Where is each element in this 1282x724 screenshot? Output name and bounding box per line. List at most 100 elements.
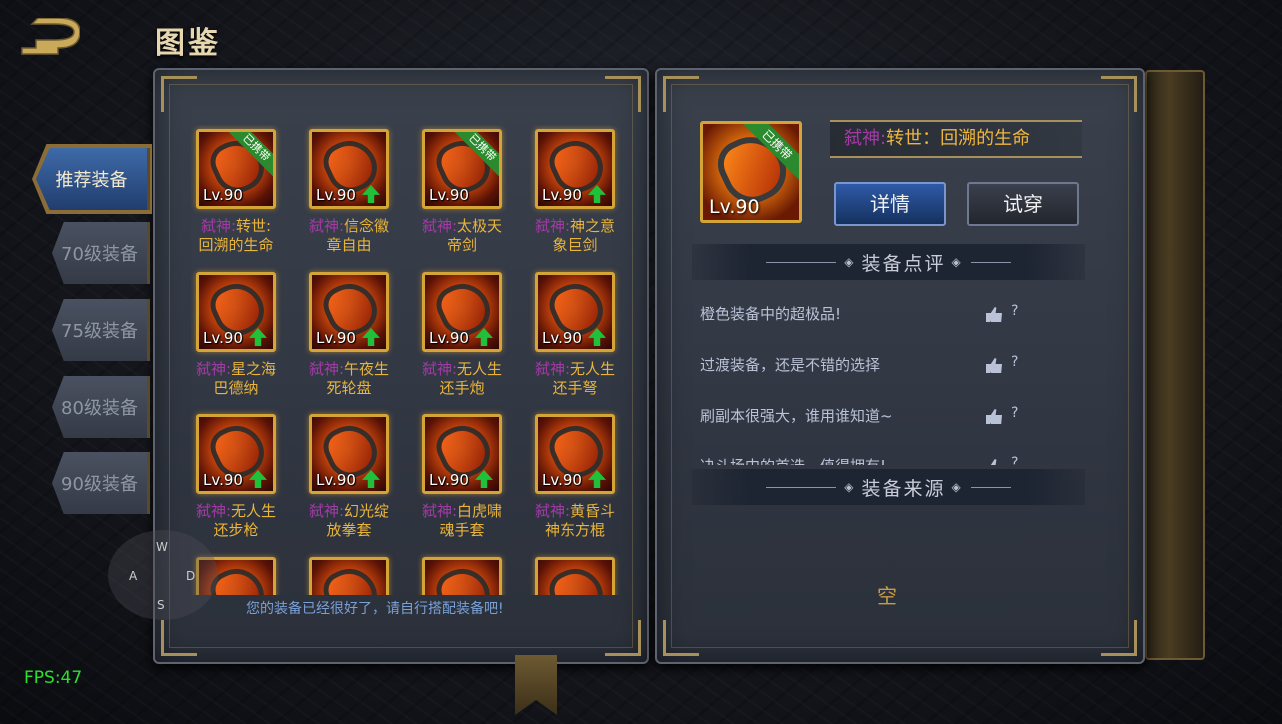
review-count: ? — [1011, 303, 1019, 319]
equipment-item[interactable]: 已携带 Lv.90 弑神:转世: 回溯的生命 — [180, 125, 290, 265]
fps-counter: FPS:47 — [24, 668, 83, 688]
selected-item-icon: 已携带 Lv.90 — [700, 121, 802, 223]
item-prefix: 弑神: — [195, 360, 232, 378]
item-level: Lv.90 — [542, 186, 582, 204]
item-prefix: 弑神: — [421, 360, 458, 378]
equipment-icon[interactable]: 已携带 Lv.90 — [196, 129, 276, 209]
item-name-line2: 象巨剑 — [552, 236, 598, 254]
review-section-header: ◈ 装备点评 ◈ — [692, 244, 1085, 280]
equipment-icon[interactable]: Lv.90 — [196, 272, 276, 352]
source-section-title: 装备来源 — [861, 477, 946, 500]
item-name-line1: 转世: — [236, 217, 272, 235]
item-prefix: 弑神: — [421, 217, 458, 235]
item-level: Lv.90 — [316, 186, 356, 204]
equipment-item[interactable] — [406, 553, 516, 595]
thumbs-up-icon[interactable] — [986, 409, 1002, 424]
item-name-line2: 巴德纳 — [213, 379, 259, 397]
selected-level: Lv.90 — [709, 196, 760, 218]
source-empty-text: 空 — [877, 584, 897, 608]
item-name-line2: 还步枪 — [213, 521, 259, 539]
equipment-item[interactable]: Lv.90 弑神:幻光绽 放拳套 — [293, 410, 403, 550]
item-name-line2: 还手炮 — [439, 379, 485, 397]
item-level: Lv.90 — [203, 329, 243, 347]
equipment-icon[interactable]: Lv.90 — [422, 414, 502, 494]
item-name-line2: 魂手套 — [439, 521, 485, 539]
equipment-item[interactable]: 已携带 Lv.90 弑神:太极天 帝剑 — [406, 125, 516, 265]
tab-level-90[interactable]: 90级装备 — [52, 452, 150, 514]
tab-level-80[interactable]: 80级装备 — [52, 376, 150, 438]
equipment-icon[interactable] — [535, 557, 615, 595]
item-level: Lv.90 — [316, 329, 356, 347]
equipment-icon[interactable]: Lv.90 — [196, 414, 276, 494]
item-name-line1: 无人生 — [457, 360, 503, 378]
try-on-button[interactable]: 试穿 — [967, 182, 1079, 226]
tab-level-75[interactable]: 75级装备 — [52, 299, 150, 361]
item-prefix: 弑神: — [308, 360, 345, 378]
hint-text: 您的装备已经很好了，请自行搭配装备吧! — [246, 601, 504, 617]
equipment-icon[interactable]: Lv.90 — [309, 414, 389, 494]
key-w[interactable]: W — [156, 540, 168, 554]
item-level: Lv.90 — [316, 471, 356, 489]
review-item: 过渡装备，还是不错的选择 ? — [700, 354, 1030, 384]
equipment-icon[interactable]: Lv.90 — [422, 272, 502, 352]
item-prefix: 弑神: — [195, 502, 232, 520]
review-count: ? — [1011, 354, 1019, 370]
review-section-title: 装备点评 — [861, 252, 946, 275]
equipment-icon[interactable] — [422, 557, 502, 595]
tab-recommended[interactable]: 推荐装备 — [36, 148, 150, 210]
equipment-item[interactable]: Lv.90 弑神:星之海 巴德纳 — [180, 268, 290, 408]
review-text: 决斗场中的首选，值得拥有! — [700, 457, 886, 465]
item-prefix: 弑神: — [200, 217, 236, 235]
detail-button[interactable]: 详情 — [834, 182, 946, 226]
back-arrow-icon[interactable] — [18, 18, 80, 58]
equipment-item[interactable]: Lv.90 弑神:信念徽 章自由 — [293, 125, 403, 265]
page-title: 图鉴 — [155, 26, 221, 61]
selected-name: 转世：回溯的生命 — [886, 128, 1031, 149]
item-level: Lv.90 — [429, 471, 469, 489]
equipment-name: 弑神:无人生 还手炮 — [406, 360, 518, 398]
equipment-item[interactable]: Lv.90 弑神:无人生 还步枪 — [180, 410, 290, 550]
thumbs-up-icon[interactable] — [986, 307, 1002, 322]
equipment-name: 弑神:白虎啸 魂手套 — [406, 502, 518, 540]
equipment-icon[interactable]: Lv.90 — [309, 129, 389, 209]
equipment-item[interactable]: Lv.90 弑神:神之意 象巨剑 — [519, 125, 629, 265]
item-name-line1: 星之海 — [231, 360, 277, 378]
thumbs-up-icon[interactable] — [986, 459, 1002, 465]
item-name-line2: 回溯的生命 — [198, 236, 274, 254]
equipment-name: 弑神:午夜生 死轮盘 — [293, 360, 405, 398]
equipment-item[interactable]: Lv.90 弑神:白虎啸 魂手套 — [406, 410, 516, 550]
item-level: Lv.90 — [429, 329, 469, 347]
equipment-icon[interactable]: Lv.90 — [535, 414, 615, 494]
item-prefix: 弑神: — [308, 502, 345, 520]
equipment-item[interactable]: Lv.90 弑神:无人生 还手炮 — [406, 268, 516, 408]
equipment-item[interactable] — [519, 553, 629, 595]
thumbs-up-icon[interactable] — [986, 358, 1002, 373]
equipment-icon[interactable]: 已携带 Lv.90 — [422, 129, 502, 209]
item-name-line1: 无人生 — [231, 502, 277, 520]
item-name-line2: 还手弩 — [552, 379, 598, 397]
equipment-name: 弑神:信念徽 章自由 — [293, 217, 405, 255]
tab-level-70[interactable]: 70级装备 — [52, 222, 150, 284]
equipment-item[interactable]: Lv.90 弑神:黄昏斗 神东方棍 — [519, 410, 629, 550]
review-item: 决斗场中的首选，值得拥有! ? — [700, 455, 1030, 465]
item-level: Lv.90 — [203, 471, 243, 489]
item-name-line1: 午夜生 — [344, 360, 390, 378]
equipment-item[interactable]: Lv.90 弑神:午夜生 死轮盘 — [293, 268, 403, 408]
source-section-header: ◈ 装备来源 ◈ — [692, 469, 1085, 505]
key-a[interactable]: A — [129, 569, 137, 583]
key-s[interactable]: S — [157, 598, 165, 612]
key-d[interactable]: D — [186, 569, 195, 583]
review-count: ? — [1011, 405, 1019, 421]
equipment-icon[interactable] — [309, 557, 389, 595]
equipment-item[interactable]: Lv.90 弑神:无人生 还手弩 — [519, 268, 629, 408]
review-item: 橙色装备中的超极品! ? — [700, 303, 1030, 333]
equipment-icon[interactable]: Lv.90 — [535, 129, 615, 209]
equipment-icon[interactable]: Lv.90 — [535, 272, 615, 352]
selected-prefix: 弑神: — [844, 128, 887, 149]
equipment-name: 弑神:无人生 还步枪 — [180, 502, 292, 540]
item-prefix: 弑神: — [534, 502, 571, 520]
book-spine — [1145, 70, 1205, 660]
equipment-item[interactable] — [293, 553, 403, 595]
equipment-icon[interactable]: Lv.90 — [309, 272, 389, 352]
item-name-line2: 章自由 — [326, 236, 372, 254]
